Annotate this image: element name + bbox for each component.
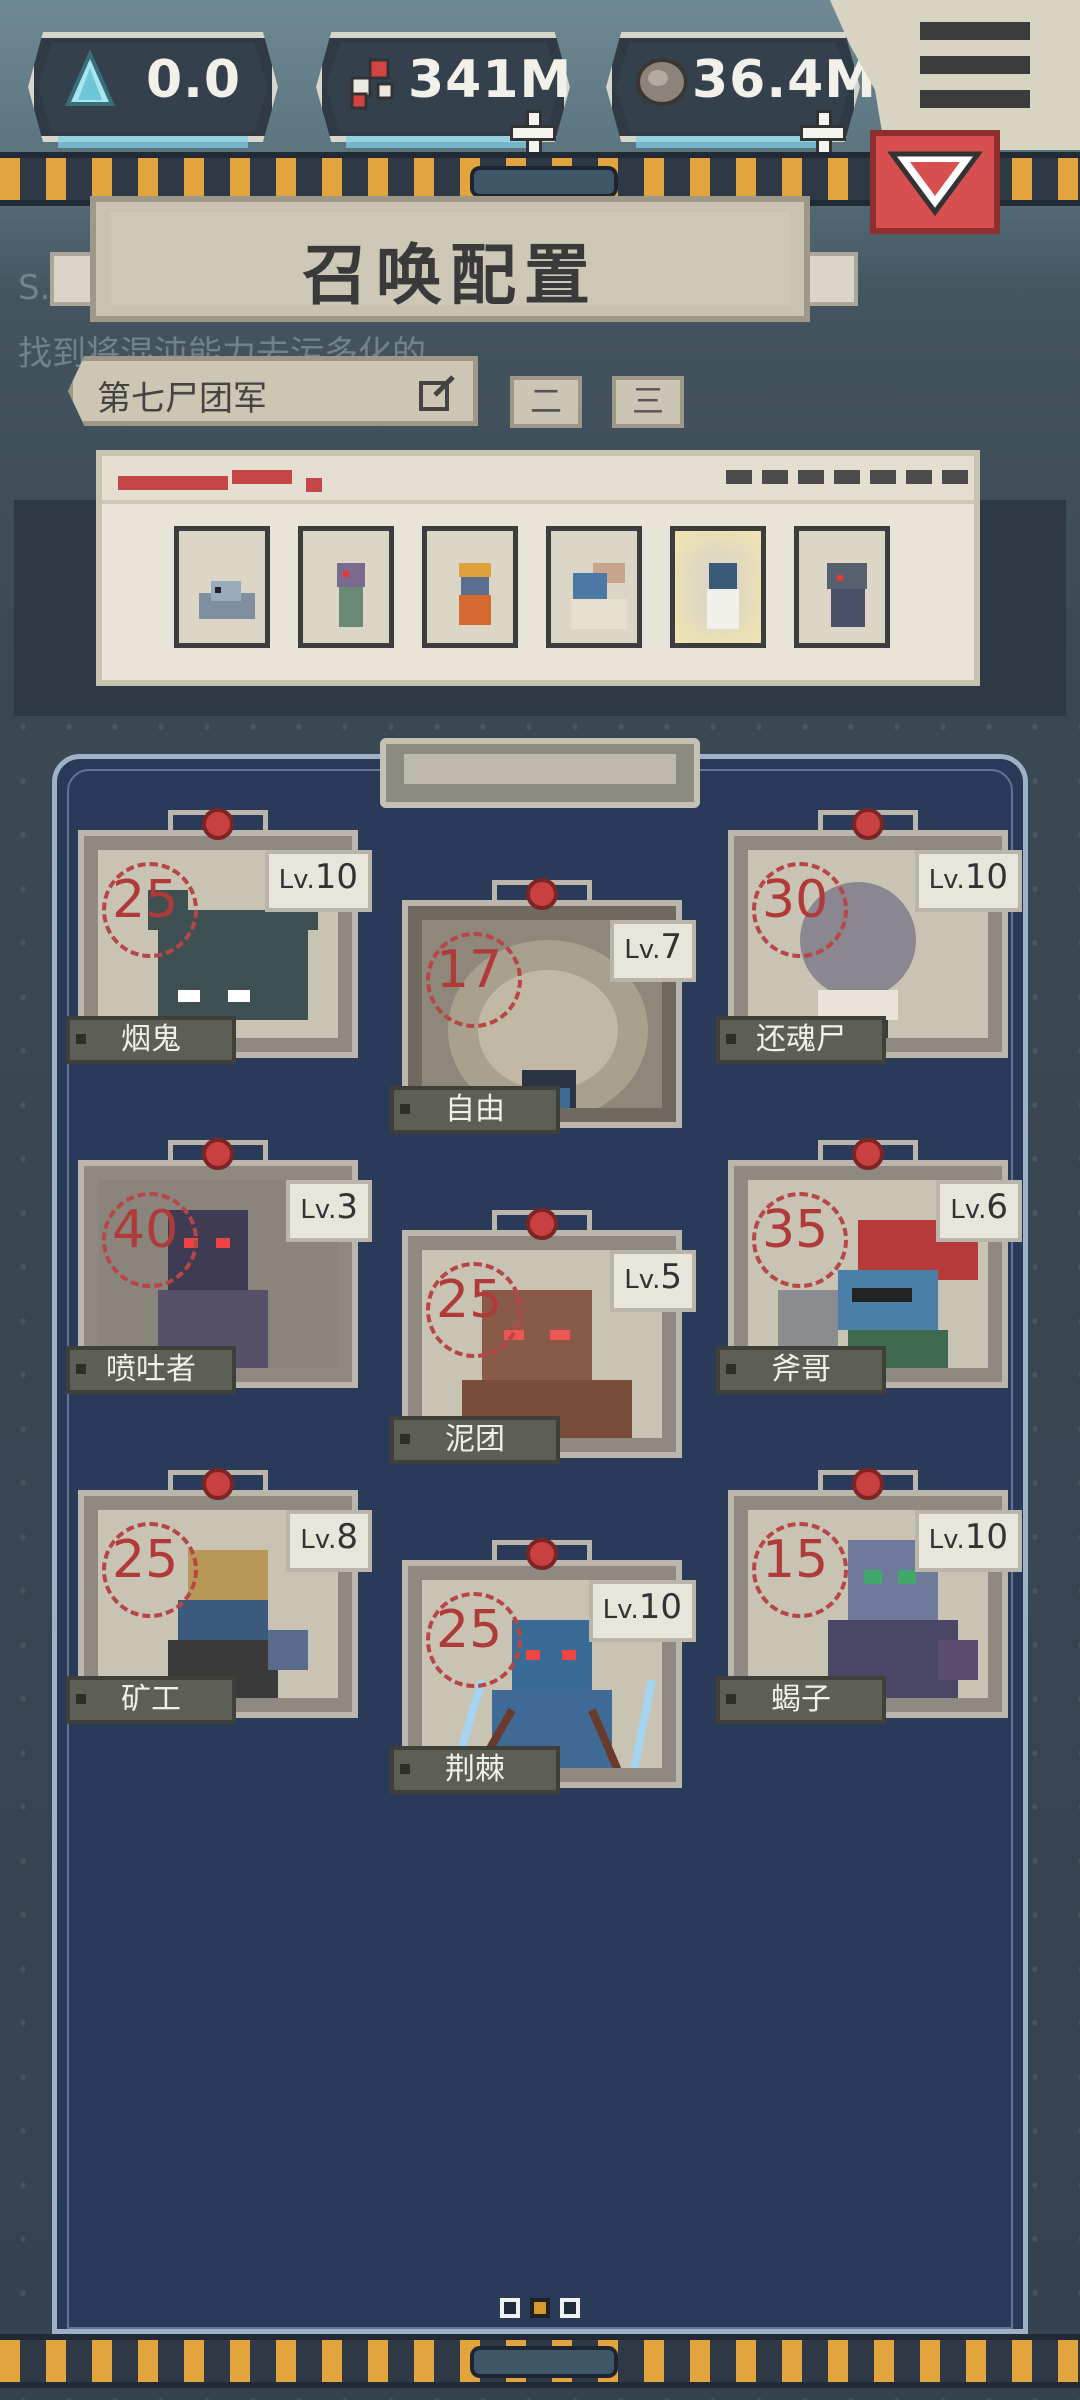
unit-name: 喷吐者: [66, 1346, 236, 1394]
edit-icon[interactable]: [417, 373, 457, 413]
add-gems-button[interactable]: [510, 110, 556, 156]
unit-level: Lv.10: [588, 1580, 696, 1642]
page-dot-3[interactable]: [560, 2298, 580, 2318]
zombie-sprite: [337, 563, 365, 627]
unit-cost: 25: [112, 1530, 179, 1590]
unit-name: 泥团: [390, 1416, 560, 1464]
unit-card-huanhunshi[interactable]: 30 Lv.10 还魂尸: [716, 808, 1022, 1064]
unit-cost: 17: [436, 940, 503, 1000]
blood-gem-icon: [350, 58, 394, 110]
resource-gems-value: 341M: [408, 50, 573, 110]
unit-level: Lv.5: [610, 1250, 696, 1312]
skull-coin-icon: [636, 58, 688, 106]
unit-card-fuge[interactable]: 35 Lv.6 斧哥: [716, 1138, 1022, 1394]
collapse-button[interactable]: [870, 130, 1000, 234]
unit-name: 蝎子: [716, 1676, 886, 1724]
strip-handle-bottom: [470, 2346, 618, 2378]
unit-card-nituan[interactable]: 25 Lv.5 泥团: [390, 1208, 696, 1464]
lineup-slot-2[interactable]: [298, 526, 394, 648]
zombie-sprite: [827, 563, 867, 627]
page-dot-2[interactable]: [530, 2298, 550, 2318]
squad-name: 第七尸团军: [97, 379, 267, 419]
unit-name: 还魂尸: [716, 1016, 886, 1064]
unit-level: Lv.10: [914, 1510, 1022, 1572]
title-plate: 召唤配置: [90, 196, 810, 322]
lineup-slot-3[interactable]: [422, 526, 518, 648]
unit-cost: 15: [762, 1530, 829, 1590]
strip-handle: [470, 166, 618, 198]
resource-crystal-value: 0.0: [146, 50, 242, 110]
page-title: 召唤配置: [302, 237, 598, 314]
unit-cost: 35: [762, 1200, 829, 1260]
menu-button[interactable]: [920, 22, 1030, 108]
resource-skulls: 36.4M: [606, 32, 876, 156]
unit-cost: 25: [112, 870, 179, 930]
unit-card-xiezi[interactable]: 15 Lv.10 蝎子: [716, 1468, 1022, 1724]
unit-name: 烟鬼: [66, 1016, 236, 1064]
unit-name: 自由: [390, 1086, 560, 1134]
lineup-slot-4[interactable]: [546, 526, 642, 648]
unit-level: Lv.3: [286, 1180, 372, 1242]
resource-skulls-value: 36.4M: [692, 50, 878, 110]
squad-tab-3[interactable]: 三: [612, 376, 684, 428]
squad-tab-2[interactable]: 二: [510, 376, 582, 428]
lineup-slot-1[interactable]: [174, 526, 270, 648]
unit-level: Lv.6: [936, 1180, 1022, 1242]
add-skulls-button[interactable]: [800, 110, 846, 156]
unit-card-jingji[interactable]: 25 Lv.10 荆棘: [390, 1538, 696, 1794]
menu-icon: [920, 22, 1030, 40]
unit-card-pentuzhe[interactable]: 40 Lv.3 喷吐者: [66, 1138, 372, 1394]
unit-name: 矿工: [66, 1676, 236, 1724]
zombie-sprite: [459, 563, 491, 625]
unit-name: 斧哥: [716, 1346, 886, 1394]
unit-level: Lv.8: [286, 1510, 372, 1572]
resource-crystal: 0.0: [28, 32, 278, 148]
unit-cost: 40: [112, 1200, 179, 1260]
unit-level: Lv.7: [610, 920, 696, 982]
unit-cost: 25: [436, 1270, 503, 1330]
zombie-sprite: [571, 563, 627, 629]
lineup-slot-5[interactable]: [670, 526, 766, 648]
resource-gems: 341M: [316, 32, 573, 156]
lineup-banner: [96, 450, 980, 686]
unit-card-ziyou[interactable]: 17 Lv.7 自由: [390, 878, 696, 1134]
lineup-slot-6[interactable]: [794, 526, 890, 648]
unit-name: 荆棘: [390, 1746, 560, 1794]
zombie-sprite: [199, 581, 255, 619]
panel-handle: [380, 738, 700, 808]
zombie-sprite: [707, 563, 739, 629]
unit-card-kuanggong[interactable]: 25 Lv.8 矿工: [66, 1468, 372, 1724]
chevron-down-icon: [888, 151, 982, 216]
unit-level: Lv.10: [264, 850, 372, 912]
unit-cost: 25: [436, 1600, 503, 1660]
unit-level: Lv.10: [914, 850, 1022, 912]
page-dot-1[interactable]: [500, 2298, 520, 2318]
unit-cost: 30: [762, 870, 829, 930]
squad-selector[interactable]: 第七尸团军: [68, 356, 478, 426]
crystal-icon: [64, 50, 116, 106]
unit-card-yangui[interactable]: 25 Lv.10 烟鬼: [66, 808, 372, 1064]
